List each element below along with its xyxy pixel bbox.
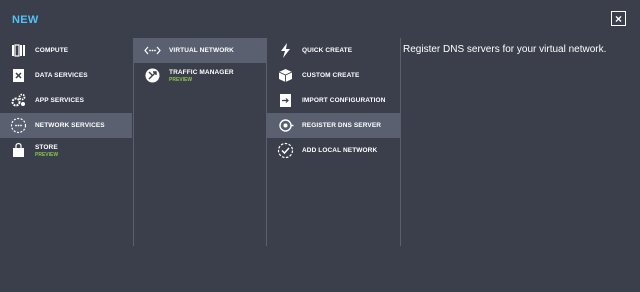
menu-item-traffic-manager[interactable]: TRAFFIC MANAGER PREVIEW xyxy=(134,63,267,88)
traffic-manager-icon xyxy=(144,67,161,84)
preview-badge: PREVIEW xyxy=(35,151,59,158)
menu-item-network-services[interactable]: NETWORK SERVICES xyxy=(0,113,132,138)
category-column: COMPUTE DATA SERVICES APP SERVICES NETWO… xyxy=(0,38,132,246)
menu-item-label: DATA SERVICES xyxy=(35,72,88,79)
dns-server-icon xyxy=(277,117,294,134)
menu-item-label: TRAFFIC MANAGER xyxy=(169,68,234,76)
menu-item-compute[interactable]: COMPUTE xyxy=(0,38,132,63)
menu-item-label: STORE xyxy=(35,143,58,151)
close-icon: × xyxy=(614,11,622,26)
data-services-icon xyxy=(10,67,27,84)
header-title: NEW xyxy=(12,14,39,26)
menu-item-label: QUICK CREATE xyxy=(302,47,353,54)
network-service-column: VIRTUAL NETWORK TRAFFIC MANAGER PREVIEW xyxy=(133,38,267,246)
store-icon xyxy=(10,142,27,159)
compute-icon xyxy=(10,42,27,59)
menu-item-label: ADD LOCAL NETWORK xyxy=(302,147,378,154)
menu-item-label: IMPORT CONFIGURATION xyxy=(302,97,386,104)
menu-item-quick-create[interactable]: QUICK CREATE xyxy=(267,38,401,63)
menu-item-label: REGISTER DNS SERVER xyxy=(302,122,382,129)
action-column: QUICK CREATE CUSTOM CREATE IMPORT CONFIG… xyxy=(266,38,401,246)
menu-item-store[interactable]: STORE PREVIEW xyxy=(0,138,132,163)
menu-item-label: VIRTUAL NETWORK xyxy=(169,47,234,54)
menu-item-register-dns-server[interactable]: REGISTER DNS SERVER xyxy=(267,113,401,138)
import-icon xyxy=(277,92,294,109)
description-column: Register DNS servers for your virtual ne… xyxy=(400,38,631,246)
menu-item-label: CUSTOM CREATE xyxy=(302,72,360,79)
network-services-icon xyxy=(10,117,27,134)
checkmark-circle-icon xyxy=(277,142,294,159)
app-services-icon xyxy=(10,92,27,109)
virtual-network-icon xyxy=(144,42,161,59)
close-button[interactable]: × xyxy=(611,11,626,26)
menu-item-app-services[interactable]: APP SERVICES xyxy=(0,88,132,113)
menu-item-label: NETWORK SERVICES xyxy=(35,122,105,129)
menu-item-add-local-network[interactable]: ADD LOCAL NETWORK xyxy=(267,138,401,163)
menu-item-label: APP SERVICES xyxy=(35,97,85,104)
preview-badge: PREVIEW xyxy=(169,76,193,83)
menu-item-import-configuration[interactable]: IMPORT CONFIGURATION xyxy=(267,88,401,113)
box-icon xyxy=(277,67,294,84)
lightning-icon xyxy=(277,42,294,59)
menu-item-custom-create[interactable]: CUSTOM CREATE xyxy=(267,63,401,88)
description-text: Register DNS servers for your virtual ne… xyxy=(403,44,607,55)
menu-item-label: COMPUTE xyxy=(35,47,69,54)
menu-item-data-services[interactable]: DATA SERVICES xyxy=(0,63,132,88)
menu-item-virtual-network[interactable]: VIRTUAL NETWORK xyxy=(134,38,267,63)
